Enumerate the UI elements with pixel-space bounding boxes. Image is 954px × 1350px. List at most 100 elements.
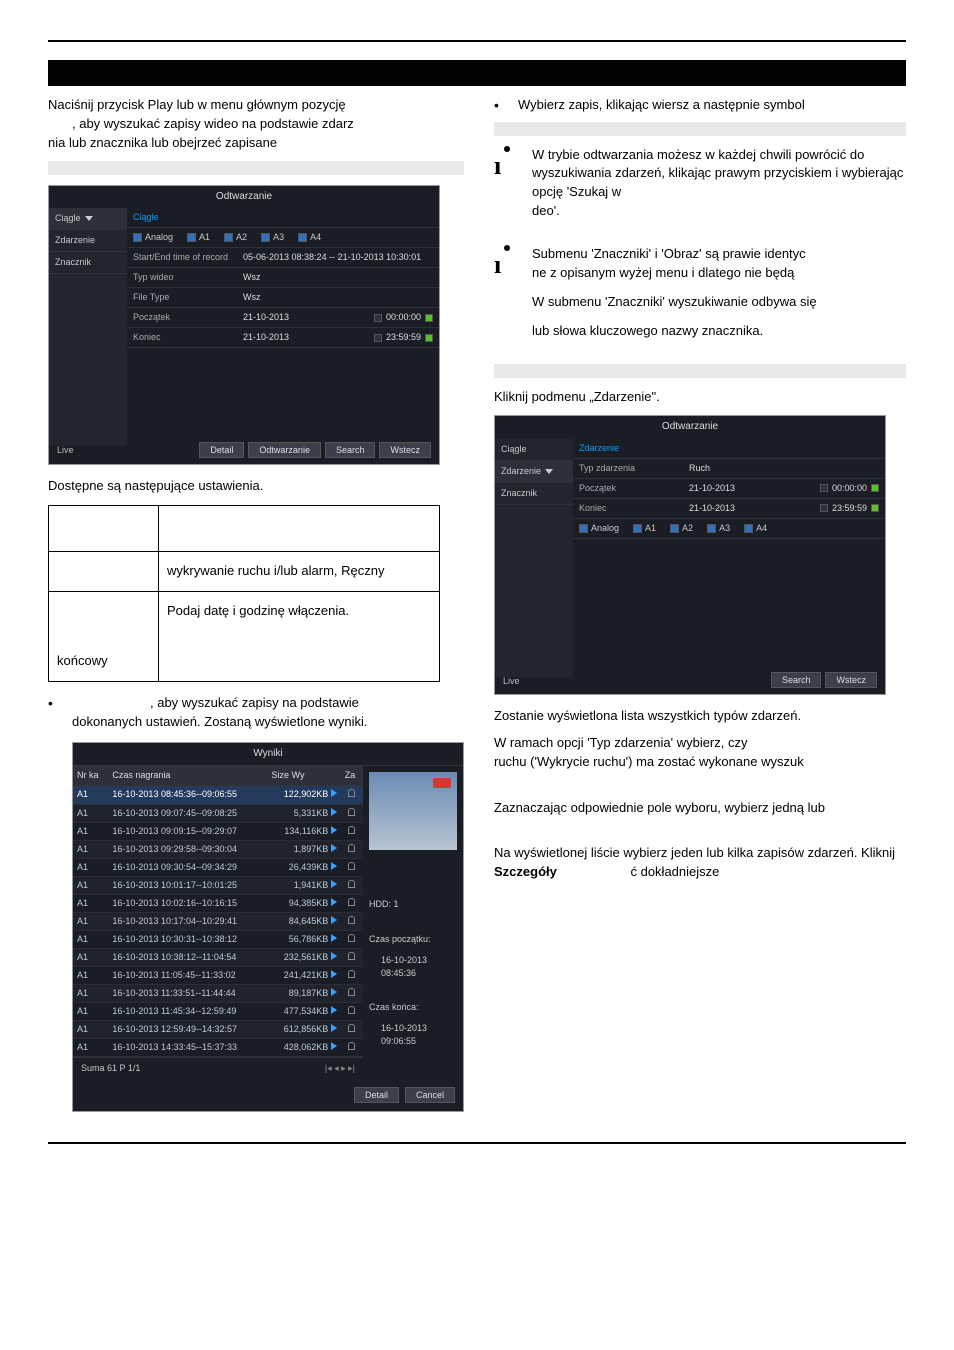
col-cam[interactable]: Nr ka [73, 766, 108, 786]
s3-start-date[interactable]: 21-10-2013 [689, 482, 735, 495]
filetype-value[interactable]: Wsz [243, 291, 433, 304]
play-icon[interactable] [331, 880, 337, 888]
col-size[interactable]: Size Wy [268, 766, 341, 786]
table-row[interactable]: A116-10-2013 09:07:45--09:08:255,331KB [73, 804, 363, 822]
analog-checkbox[interactable]: Analog [133, 231, 173, 244]
type-value[interactable]: Wsz [243, 271, 433, 284]
cell-lock[interactable] [341, 876, 363, 894]
play-icon[interactable] [331, 952, 337, 960]
s3-start-time[interactable]: 00:00:00 [832, 482, 867, 495]
back-button[interactable]: Wstecz [379, 442, 431, 458]
end-date[interactable]: 21-10-2013 [243, 331, 289, 344]
cancel-button[interactable]: Cancel [405, 1087, 455, 1103]
table-row[interactable]: A116-10-2013 10:02:16--10:16:1594,385KB [73, 894, 363, 912]
sidebar-item-zdarzenie[interactable]: Zdarzenie [49, 230, 127, 252]
chk-a3[interactable]: A3 [261, 231, 284, 244]
end-label2: Czas końca: [369, 1001, 457, 1014]
calendar-icon[interactable] [374, 334, 382, 342]
s3-end-date[interactable]: 21-10-2013 [689, 502, 735, 515]
playback-button[interactable]: Odtwarzanie [248, 442, 321, 458]
end-time[interactable]: 23:59:59 [386, 331, 421, 344]
play-icon[interactable] [331, 988, 337, 996]
table-row[interactable]: A116-10-2013 09:30:54--09:34:2926,439KB [73, 858, 363, 876]
clock-icon[interactable] [871, 504, 879, 512]
play-icon[interactable] [331, 1006, 337, 1014]
chk-a4[interactable]: A4 [298, 231, 321, 244]
pager[interactable]: |◂ ◂ ▸ ▸| [325, 1062, 355, 1075]
play-icon[interactable] [331, 808, 337, 816]
cell-lock[interactable] [341, 948, 363, 966]
play-icon[interactable] [331, 934, 337, 942]
start-time[interactable]: 00:00:00 [386, 311, 421, 324]
start-date[interactable]: 21-10-2013 [243, 311, 289, 324]
cell-lock[interactable] [341, 840, 363, 858]
end-label: Koniec [133, 331, 243, 344]
play-icon[interactable] [331, 970, 337, 978]
calendar-icon[interactable] [820, 504, 828, 512]
detail-button2[interactable]: Detail [354, 1087, 399, 1103]
shot3-tab[interactable]: Zdarzenie [573, 439, 885, 459]
cell-lock[interactable] [341, 912, 363, 930]
cell-lock[interactable] [341, 786, 363, 804]
s3-back-button[interactable]: Wstecz [825, 672, 877, 688]
table-row[interactable]: A116-10-2013 10:38:12--11:04:54232,561KB [73, 948, 363, 966]
caption-1: Dostępne są następujące ustawienia. [48, 477, 464, 496]
s3-a4[interactable]: A4 [744, 522, 767, 535]
table-row[interactable]: A116-10-2013 09:09:15--09:29:07134,116KB [73, 822, 363, 840]
clock-icon[interactable] [425, 334, 433, 342]
s3-a3[interactable]: A3 [707, 522, 730, 535]
play-icon[interactable] [331, 789, 337, 797]
chk-a2[interactable]: A2 [224, 231, 247, 244]
play-icon[interactable] [331, 898, 337, 906]
play-icon[interactable] [331, 844, 337, 852]
cell-lock[interactable] [341, 1039, 363, 1057]
cell-lock[interactable] [341, 930, 363, 948]
cell-lock[interactable] [341, 1021, 363, 1039]
cell-lock[interactable] [341, 984, 363, 1002]
table-row[interactable]: A116-10-2013 12:59:49--14:32:57612,856KB [73, 1021, 363, 1039]
cell-lock[interactable] [341, 804, 363, 822]
play-icon[interactable] [331, 916, 337, 924]
table-row[interactable]: A116-10-2013 10:30:31--10:38:1256,786KB [73, 930, 363, 948]
play-icon[interactable] [331, 1024, 337, 1032]
side3-znacznik[interactable]: Znacznik [495, 483, 573, 505]
play-icon[interactable] [331, 1042, 337, 1050]
sidebar-item-znacznik[interactable]: Znacznik [49, 252, 127, 274]
detail-button[interactable]: Detail [199, 442, 244, 458]
s3-analog[interactable]: Analog [579, 522, 619, 535]
cell-lock[interactable] [341, 858, 363, 876]
s3-a2[interactable]: A2 [670, 522, 693, 535]
clock-icon[interactable] [871, 484, 879, 492]
table-row[interactable]: A116-10-2013 10:17:04--10:29:4184,645KB [73, 912, 363, 930]
chk-a1[interactable]: A1 [187, 231, 210, 244]
para4: Na wyświetlonej liście wybierz jeden lub… [494, 844, 906, 882]
calendar-icon[interactable] [374, 314, 382, 322]
s3-a1[interactable]: A1 [633, 522, 656, 535]
col-time[interactable]: Czas nagrania [108, 766, 267, 786]
side3-ciagle[interactable]: Ciągle [495, 439, 573, 461]
cell-lock[interactable] [341, 966, 363, 984]
table-row[interactable]: A116-10-2013 08:45:36--09:06:55122,902KB [73, 786, 363, 804]
cell-lock[interactable] [341, 822, 363, 840]
table-row[interactable]: A116-10-2013 11:45:34--12:59:49477,534KB [73, 1003, 363, 1021]
table-row[interactable]: A116-10-2013 09:29:58--09:30:041,897KB [73, 840, 363, 858]
table-row[interactable]: A116-10-2013 10:01:17--10:01:251,941KB [73, 876, 363, 894]
sidebar-item-ciagle[interactable]: Ciągle [49, 208, 127, 230]
cell-lock[interactable] [341, 1003, 363, 1021]
col-lock[interactable]: Za [341, 766, 363, 786]
evtype-val[interactable]: Ruch [689, 462, 879, 475]
clock-icon[interactable] [425, 314, 433, 322]
rec-time-value: 05-06-2013 08:38:24 -- 21-10-2013 10:30:… [243, 251, 433, 264]
play-icon[interactable] [331, 862, 337, 870]
table-row[interactable]: A116-10-2013 11:33:51--11:44:4489,187KB [73, 984, 363, 1002]
table-row[interactable]: A116-10-2013 14:33:45--15:37:33428,062KB [73, 1039, 363, 1057]
s3-end-time[interactable]: 23:59:59 [832, 502, 867, 515]
cell-lock[interactable] [341, 894, 363, 912]
s3-search-button[interactable]: Search [771, 672, 822, 688]
side3-zdarzenie[interactable]: Zdarzenie [495, 461, 573, 483]
calendar-icon[interactable] [820, 484, 828, 492]
play-icon[interactable] [331, 826, 337, 834]
search-button[interactable]: Search [325, 442, 376, 458]
shot1-tab-ciagle[interactable]: Ciągle [127, 208, 439, 228]
table-row[interactable]: A116-10-2013 11:05:45--11:33:02241,421KB [73, 966, 363, 984]
